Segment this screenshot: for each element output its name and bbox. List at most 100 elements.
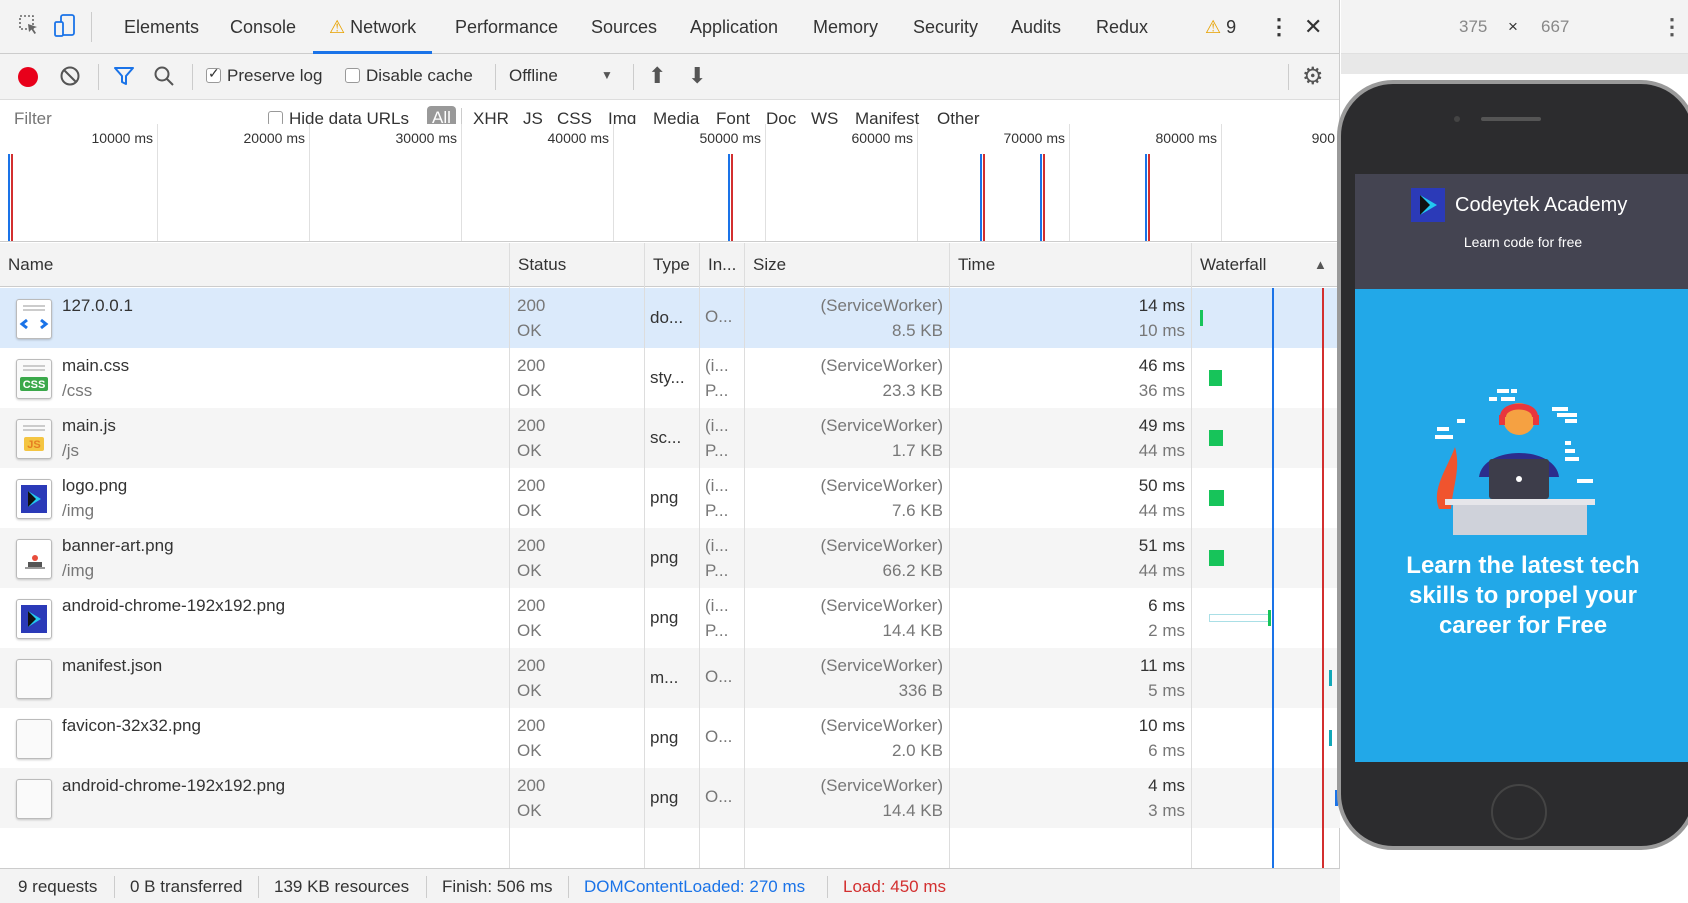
table-row[interactable]: manifest.json 200 OK m... O... (ServiceWo… bbox=[0, 648, 1340, 708]
throttling-select[interactable]: Offline ▼ bbox=[509, 66, 613, 86]
column-header-name[interactable]: Name bbox=[0, 243, 509, 287]
devtools-panel: Elements Console ⚠ Network Performance S… bbox=[0, 0, 1340, 903]
waterfall-bar bbox=[1268, 610, 1271, 626]
request-name-cell: android-chrome-192x192.png bbox=[62, 588, 502, 648]
timeline-tick-label: 60000 ms bbox=[851, 130, 913, 146]
initiator-text: (i... bbox=[705, 476, 729, 495]
settings-gear-icon[interactable]: ⚙ bbox=[1302, 62, 1324, 91]
request-path: /js bbox=[62, 441, 79, 460]
load-time: Load: 450 ms bbox=[843, 877, 947, 896]
transferred-size: 0 B transferred bbox=[130, 877, 243, 896]
tab-audits[interactable]: Audits bbox=[1011, 0, 1061, 54]
more-options-icon[interactable]: ⋮ bbox=[1268, 0, 1290, 54]
table-row[interactable]: CSS main.css/css 200 OK sty... (i... P... … bbox=[0, 348, 1340, 408]
status-code: 200 bbox=[517, 356, 546, 375]
table-row[interactable]: android-chrome-192x192.png 200 OK png O..… bbox=[0, 768, 1340, 828]
timeline-overview[interactable]: 10000 ms 20000 ms 30000 ms 40000 ms 5000… bbox=[0, 124, 1340, 242]
search-icon[interactable] bbox=[152, 64, 176, 93]
request-name: manifest.json bbox=[62, 656, 163, 675]
size-cell: (ServiceWorker) 14.4 KB bbox=[750, 588, 943, 648]
tab-security[interactable]: Security bbox=[913, 0, 978, 54]
time-total: 11 ms bbox=[1139, 656, 1185, 675]
status-code: 200 bbox=[517, 536, 546, 555]
tab-memory[interactable]: Memory bbox=[813, 0, 878, 54]
clear-icon[interactable] bbox=[58, 64, 82, 93]
size-source: (ServiceWorker) bbox=[820, 356, 943, 375]
device-height[interactable]: 667 bbox=[1541, 17, 1569, 37]
phone-screen[interactable]: Codeytek Academy Learn code for free Lea… bbox=[1355, 174, 1688, 762]
size-source: (ServiceWorker) bbox=[820, 416, 943, 435]
table-row[interactable]: 127.0.0.1 200 OK do... O... (ServiceWorke… bbox=[0, 288, 1340, 348]
size-source: (ServiceWorker) bbox=[820, 776, 943, 795]
tab-redux[interactable]: Redux bbox=[1096, 0, 1148, 54]
column-header-initiator[interactable]: In... bbox=[699, 243, 744, 287]
time-total: 6 ms bbox=[1148, 596, 1185, 615]
preserve-log-checkbox[interactable]: Preserve log bbox=[206, 65, 322, 86]
status-code: 200 bbox=[517, 716, 546, 735]
timeline-tick-label: 20000 ms bbox=[243, 130, 305, 146]
tab-elements[interactable]: Elements bbox=[124, 0, 199, 54]
timeline-dcl-marker bbox=[980, 154, 982, 241]
table-row[interactable]: banner-art.png/img 200 OK png (i... P... (… bbox=[0, 528, 1340, 588]
request-name: main.css bbox=[62, 356, 130, 375]
size-source: (ServiceWorker) bbox=[820, 296, 943, 315]
table-row[interactable]: android-chrome-192x192.png 200 OK png (i.… bbox=[0, 588, 1340, 648]
resources-size: 139 KB resources bbox=[274, 877, 410, 896]
requests-table-header: Name Status Type In... Size Time Waterfa… bbox=[0, 243, 1340, 287]
status-text: OK bbox=[517, 501, 542, 520]
timeline-tick-label: 30000 ms bbox=[395, 130, 457, 146]
initiator-cell: O... bbox=[705, 648, 743, 708]
developer-illustration bbox=[1417, 389, 1627, 544]
tab-sources[interactable]: Sources bbox=[591, 0, 657, 54]
waterfall-bar bbox=[1209, 490, 1224, 506]
status-cell: 200 OK bbox=[517, 408, 637, 468]
status-text: OK bbox=[517, 561, 542, 580]
import-har-icon[interactable]: ⬆ bbox=[648, 63, 666, 89]
time-latency: 44 ms bbox=[1138, 561, 1185, 580]
timeline-dcl-marker bbox=[8, 154, 10, 241]
disable-cache-checkbox[interactable]: Disable cache bbox=[345, 66, 473, 86]
tab-console[interactable]: Console bbox=[230, 0, 296, 54]
filter-icon[interactable] bbox=[112, 64, 136, 93]
size-source: (ServiceWorker) bbox=[820, 716, 943, 735]
time-cell: 6 ms 2 ms bbox=[955, 588, 1185, 648]
html-icon bbox=[16, 299, 52, 339]
export-har-icon[interactable]: ⬇ bbox=[688, 63, 706, 89]
inspect-element-icon[interactable] bbox=[18, 14, 40, 40]
status-cell: 200 OK bbox=[517, 768, 637, 828]
tab-network-label: Network bbox=[350, 17, 417, 37]
tab-network[interactable]: ⚠ Network bbox=[313, 0, 433, 54]
time-latency: 2 ms bbox=[1148, 621, 1185, 640]
column-header-type[interactable]: Type bbox=[644, 243, 699, 287]
initiator-cell: (i... P... bbox=[705, 468, 743, 528]
warning-icon: ⚠ bbox=[329, 17, 346, 37]
size-value: 14.4 KB bbox=[882, 621, 944, 640]
column-header-size[interactable]: Size bbox=[744, 243, 949, 287]
request-name-cell: manifest.json bbox=[62, 648, 502, 708]
tab-performance[interactable]: Performance bbox=[455, 0, 558, 54]
svg-text:JS: JS bbox=[27, 439, 40, 451]
more-options-icon[interactable]: ⋮ bbox=[1661, 14, 1683, 40]
tab-application[interactable]: Application bbox=[690, 0, 778, 54]
column-header-time[interactable]: Time bbox=[949, 243, 1191, 287]
record-icon[interactable] bbox=[18, 67, 38, 87]
column-header-waterfall[interactable]: Waterfall ▲ bbox=[1191, 243, 1340, 287]
request-name-cell: main.js/js bbox=[62, 408, 502, 468]
column-header-status[interactable]: Status bbox=[509, 243, 644, 287]
time-total: 10 ms bbox=[1138, 716, 1185, 735]
timeline-tick-label: 50000 ms bbox=[699, 130, 761, 146]
warnings-counter[interactable]: ⚠ 9 bbox=[1205, 0, 1236, 54]
logo-icon bbox=[16, 479, 52, 519]
timeline-dcl-marker bbox=[728, 154, 730, 241]
home-button[interactable] bbox=[1491, 784, 1547, 840]
app-logo-icon bbox=[1411, 188, 1445, 227]
table-row[interactable]: logo.png/img 200 OK png (i... P... (Servic… bbox=[0, 468, 1340, 528]
table-row[interactable]: JS main.js/js 200 OK sc... (i... P... (Ser… bbox=[0, 408, 1340, 468]
device-width[interactable]: 375 bbox=[1459, 17, 1487, 37]
load-line bbox=[1322, 288, 1324, 868]
request-name: banner-art.png bbox=[62, 536, 174, 555]
device-toolbar-icon[interactable] bbox=[54, 14, 76, 40]
close-icon[interactable]: ✕ bbox=[1304, 0, 1322, 54]
table-row[interactable]: favicon-32x32.png 200 OK png O... (Servic… bbox=[0, 708, 1340, 768]
time-latency: 10 ms bbox=[1138, 321, 1185, 340]
